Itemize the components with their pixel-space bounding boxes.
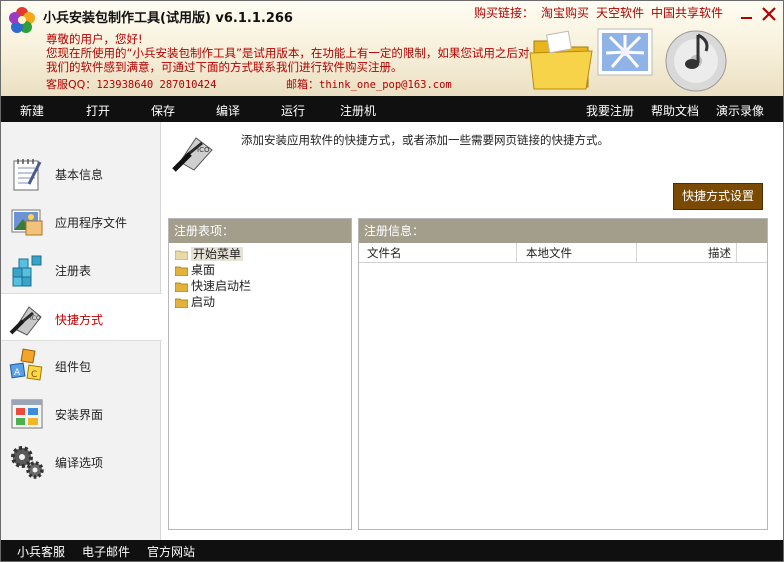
- shortcut-location-tree: 开始菜单 桌面 快速启动栏 启动: [173, 246, 251, 310]
- registry-items-header: 注册表项：: [169, 219, 351, 243]
- notepad-icon: [13, 159, 42, 191]
- buy-link-skycn[interactable]: 天空软件: [596, 6, 644, 20]
- tree-label-quick-launch: 快速启动栏: [191, 279, 252, 293]
- menu-open[interactable]: 打开: [86, 102, 110, 119]
- sidebar-label-install-ui: 安装界面: [55, 408, 104, 422]
- buy-link-newhua[interactable]: 中国共享软件: [651, 6, 723, 20]
- registry-icon: [12, 255, 42, 287]
- menu-save[interactable]: 保存: [151, 102, 175, 119]
- menu-run[interactable]: 运行: [281, 102, 305, 119]
- tree-label-start-menu: 开始菜单: [191, 247, 244, 261]
- folder-icon: [175, 266, 188, 276]
- sidebar-label-app-files: 应用程序文件: [55, 216, 128, 230]
- buy-link-taobao[interactable]: 淘宝购买: [541, 6, 589, 20]
- app-logo-icon: [9, 7, 35, 33]
- abc-blocks-icon: A C: [9, 348, 43, 381]
- trial-notice-text: 您现在所使用的“小兵安装包制作工具”是试用版本，在功能上有一定的限制，如果您试用…: [46, 46, 530, 74]
- menu-keygen[interactable]: 注册机: [340, 102, 376, 119]
- sidebar-item-app-files[interactable]: 应用程序文件: [1, 197, 161, 245]
- sidebar-label-shortcuts: 快捷方式: [55, 313, 104, 327]
- sidebar-item-registry[interactable]: 注册表: [1, 245, 161, 293]
- status-bar: 小兵客服 电子邮件 官方网站: [1, 540, 783, 561]
- link-official-site[interactable]: 官方网站: [147, 543, 195, 560]
- shortcut-settings-button[interactable]: 快捷方式设置: [673, 183, 763, 210]
- link-email[interactable]: 电子邮件: [82, 543, 130, 560]
- sidebar-item-basic-info[interactable]: 基本信息: [1, 149, 161, 197]
- link-support[interactable]: 小兵客服: [17, 543, 65, 560]
- contact-qq-value: 123938640 287010424: [96, 79, 217, 91]
- folder-icon: [175, 298, 188, 308]
- buy-links-label: 购买链接：: [474, 6, 535, 20]
- app-window: 小兵安装包制作工具(试用版) v6.1.1.266 购买链接： 淘宝购买 天空软件中…: [0, 0, 784, 562]
- registry-info-header: 注册信息：: [359, 219, 767, 243]
- tree-item-start-menu[interactable]: 开始菜单: [173, 246, 251, 262]
- registry-info-panel: 注册信息： 文件名 本地文件 描述: [358, 218, 768, 530]
- main-content: ICO 添加安装应用软件的快捷方式，或者添加一些需要网页链接的快捷方式。 快捷方…: [162, 122, 783, 540]
- toolbar: 新建 打开 保存 编译 运行 注册机 我要注册 帮助文档 演示录像: [1, 96, 783, 122]
- column-header-filename[interactable]: 文件名: [359, 243, 517, 263]
- menu-help-docs[interactable]: 帮助文档: [651, 102, 699, 119]
- tree-item-desktop[interactable]: 桌面: [173, 262, 251, 278]
- window-icon: [11, 399, 43, 429]
- app-title: 小兵安装包制作工具(试用版) v6.1.1.266: [43, 11, 293, 26]
- sidebar-item-components[interactable]: A C 组件包: [1, 341, 161, 389]
- sidebar: 基本信息 应用程序文件 注册表 ICO 快捷方式 A C 组件包 安装界面 编译…: [1, 122, 162, 540]
- svg-text:ICO: ICO: [197, 146, 210, 154]
- column-header-description[interactable]: 描述: [637, 243, 737, 263]
- tree-item-quick-launch[interactable]: 快速启动栏: [173, 278, 251, 294]
- sidebar-label-components: 组件包: [55, 360, 92, 374]
- folder-icon: [175, 282, 188, 292]
- sidebar-label-compile-options: 编译选项: [55, 456, 104, 470]
- sidebar-label-registry: 注册表: [55, 264, 92, 278]
- menu-register[interactable]: 我要注册: [586, 102, 634, 119]
- menu-new[interactable]: 新建: [20, 102, 44, 119]
- shortcut-page-icon: ICO: [172, 137, 213, 172]
- page-description: 添加安装应用软件的快捷方式，或者添加一些需要网页链接的快捷方式。: [241, 133, 609, 147]
- contact-mail: 邮箱：think_one_pop@163.com: [286, 76, 452, 92]
- contact-qq-label: 客服QQ：: [46, 78, 97, 91]
- greeting-text: 尊敬的用户，您好!: [46, 32, 143, 46]
- picture-icon: [11, 209, 43, 236]
- svg-text:A: A: [14, 368, 21, 378]
- svg-text:ICO: ICO: [30, 315, 41, 322]
- menu-compile[interactable]: 编译: [216, 102, 240, 119]
- shortcut-list-header: 文件名 本地文件 描述: [359, 243, 767, 263]
- sidebar-item-shortcuts[interactable]: ICO 快捷方式: [1, 293, 162, 341]
- column-header-local-file[interactable]: 本地文件: [517, 243, 637, 263]
- sidebar-label-basic-info: 基本信息: [55, 168, 104, 182]
- folder-icon: [175, 250, 188, 260]
- tree-label-desktop: 桌面: [191, 263, 216, 277]
- tree-item-startup[interactable]: 启动: [173, 294, 251, 310]
- close-icon[interactable]: [761, 7, 777, 21]
- shortcut-icon: ICO: [9, 306, 42, 336]
- menu-demo-video[interactable]: 演示录像: [716, 102, 764, 119]
- tree-label-startup: 启动: [191, 295, 216, 309]
- contact-mail-value: think_one_pop@163.com: [319, 79, 452, 91]
- header-banner: 小兵安装包制作工具(试用版) v6.1.1.266 购买链接： 淘宝购买 天空软件中…: [1, 1, 783, 96]
- minimize-button[interactable]: [739, 7, 755, 21]
- gears-icon: [11, 446, 44, 479]
- contact-qq: 客服QQ：123938640 287010424: [46, 76, 216, 92]
- buy-links: 购买链接： 淘宝购买 天空软件 中国共享软件: [474, 4, 730, 21]
- header-artwork-icon: [529, 28, 727, 92]
- svg-text:C: C: [31, 370, 37, 380]
- sidebar-item-compile-options[interactable]: 编译选项: [1, 437, 161, 485]
- trial-message: 尊敬的用户，您好! 您现在所使用的“小兵安装包制作工具”是试用版本，在功能上有一…: [46, 32, 536, 74]
- registry-items-panel: 注册表项： 开始菜单 桌面 快速启动栏 启动: [168, 218, 352, 530]
- sidebar-item-install-ui[interactable]: 安装界面: [1, 389, 161, 437]
- contact-mail-label: 邮箱：: [286, 78, 319, 91]
